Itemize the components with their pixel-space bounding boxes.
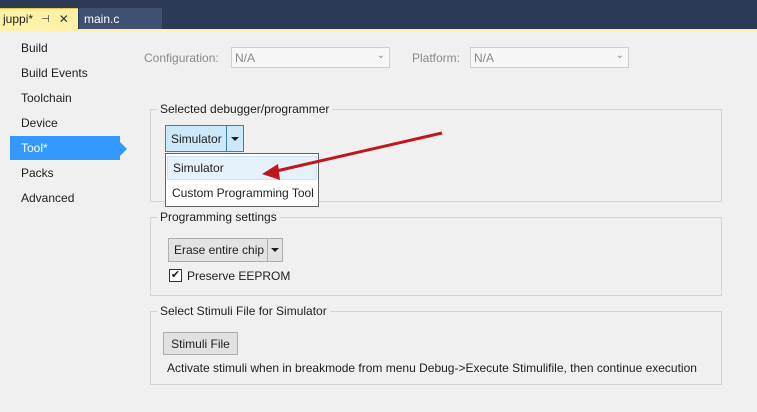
platform-select: N/A ⌄: [470, 47, 629, 68]
dropdown-option-custom-programming-tool[interactable]: Custom Programming Tool: [167, 181, 317, 205]
nav-item-build[interactable]: Build: [10, 36, 120, 60]
stimuli-file-button[interactable]: Stimuli File: [163, 332, 238, 355]
chevron-down-icon: ⌄: [615, 50, 624, 61]
stimuli-hint-text: Activate stimuli when in breakmode from …: [167, 361, 697, 375]
erase-mode-value: Erase entire chip: [174, 243, 265, 257]
preserve-eeprom-label: Preserve EEPROM: [187, 269, 291, 283]
nav-selection-arrow: [120, 142, 127, 156]
nav-item-advanced[interactable]: Advanced: [10, 186, 120, 210]
debugger-select-value: Simulator: [171, 131, 222, 146]
configuration-label: Configuration:: [144, 51, 219, 65]
preserve-eeprom-checkbox[interactable]: ✔: [169, 269, 182, 282]
platform-value: N/A: [474, 50, 495, 65]
nav-item-toolchain[interactable]: Toolchain: [10, 86, 120, 110]
properties-nav: Build Build Events Toolchain Device Tool…: [0, 2, 132, 382]
nav-item-device[interactable]: Device: [10, 111, 120, 135]
dropdown-option-simulator[interactable]: Simulator: [167, 156, 317, 180]
chevron-down-icon: ⌄: [376, 50, 385, 61]
configuration-value: N/A: [235, 50, 256, 65]
dropdown-button[interactable]: [267, 239, 282, 261]
debugger-dropdown-list: Simulator Custom Programming Tool: [165, 153, 319, 207]
configuration-select: N/A ⌄: [231, 47, 390, 68]
debugger-group-title: Selected debugger/programmer: [157, 102, 333, 116]
erase-mode-select[interactable]: Erase entire chip: [168, 238, 283, 262]
stimuli-group-title: Select Stimuli File for Simulator: [157, 304, 330, 318]
nav-item-build-events[interactable]: Build Events: [10, 61, 120, 85]
dropdown-button[interactable]: [226, 126, 243, 151]
chevron-down-icon: [231, 136, 239, 141]
nav-item-tool[interactable]: Tool*: [10, 136, 120, 160]
platform-label: Platform:: [412, 51, 461, 65]
debugger-select[interactable]: Simulator: [165, 125, 244, 152]
programming-group-title: Programming settings: [157, 210, 280, 224]
nav-item-packs[interactable]: Packs: [10, 161, 120, 185]
chevron-down-icon: [271, 248, 279, 252]
